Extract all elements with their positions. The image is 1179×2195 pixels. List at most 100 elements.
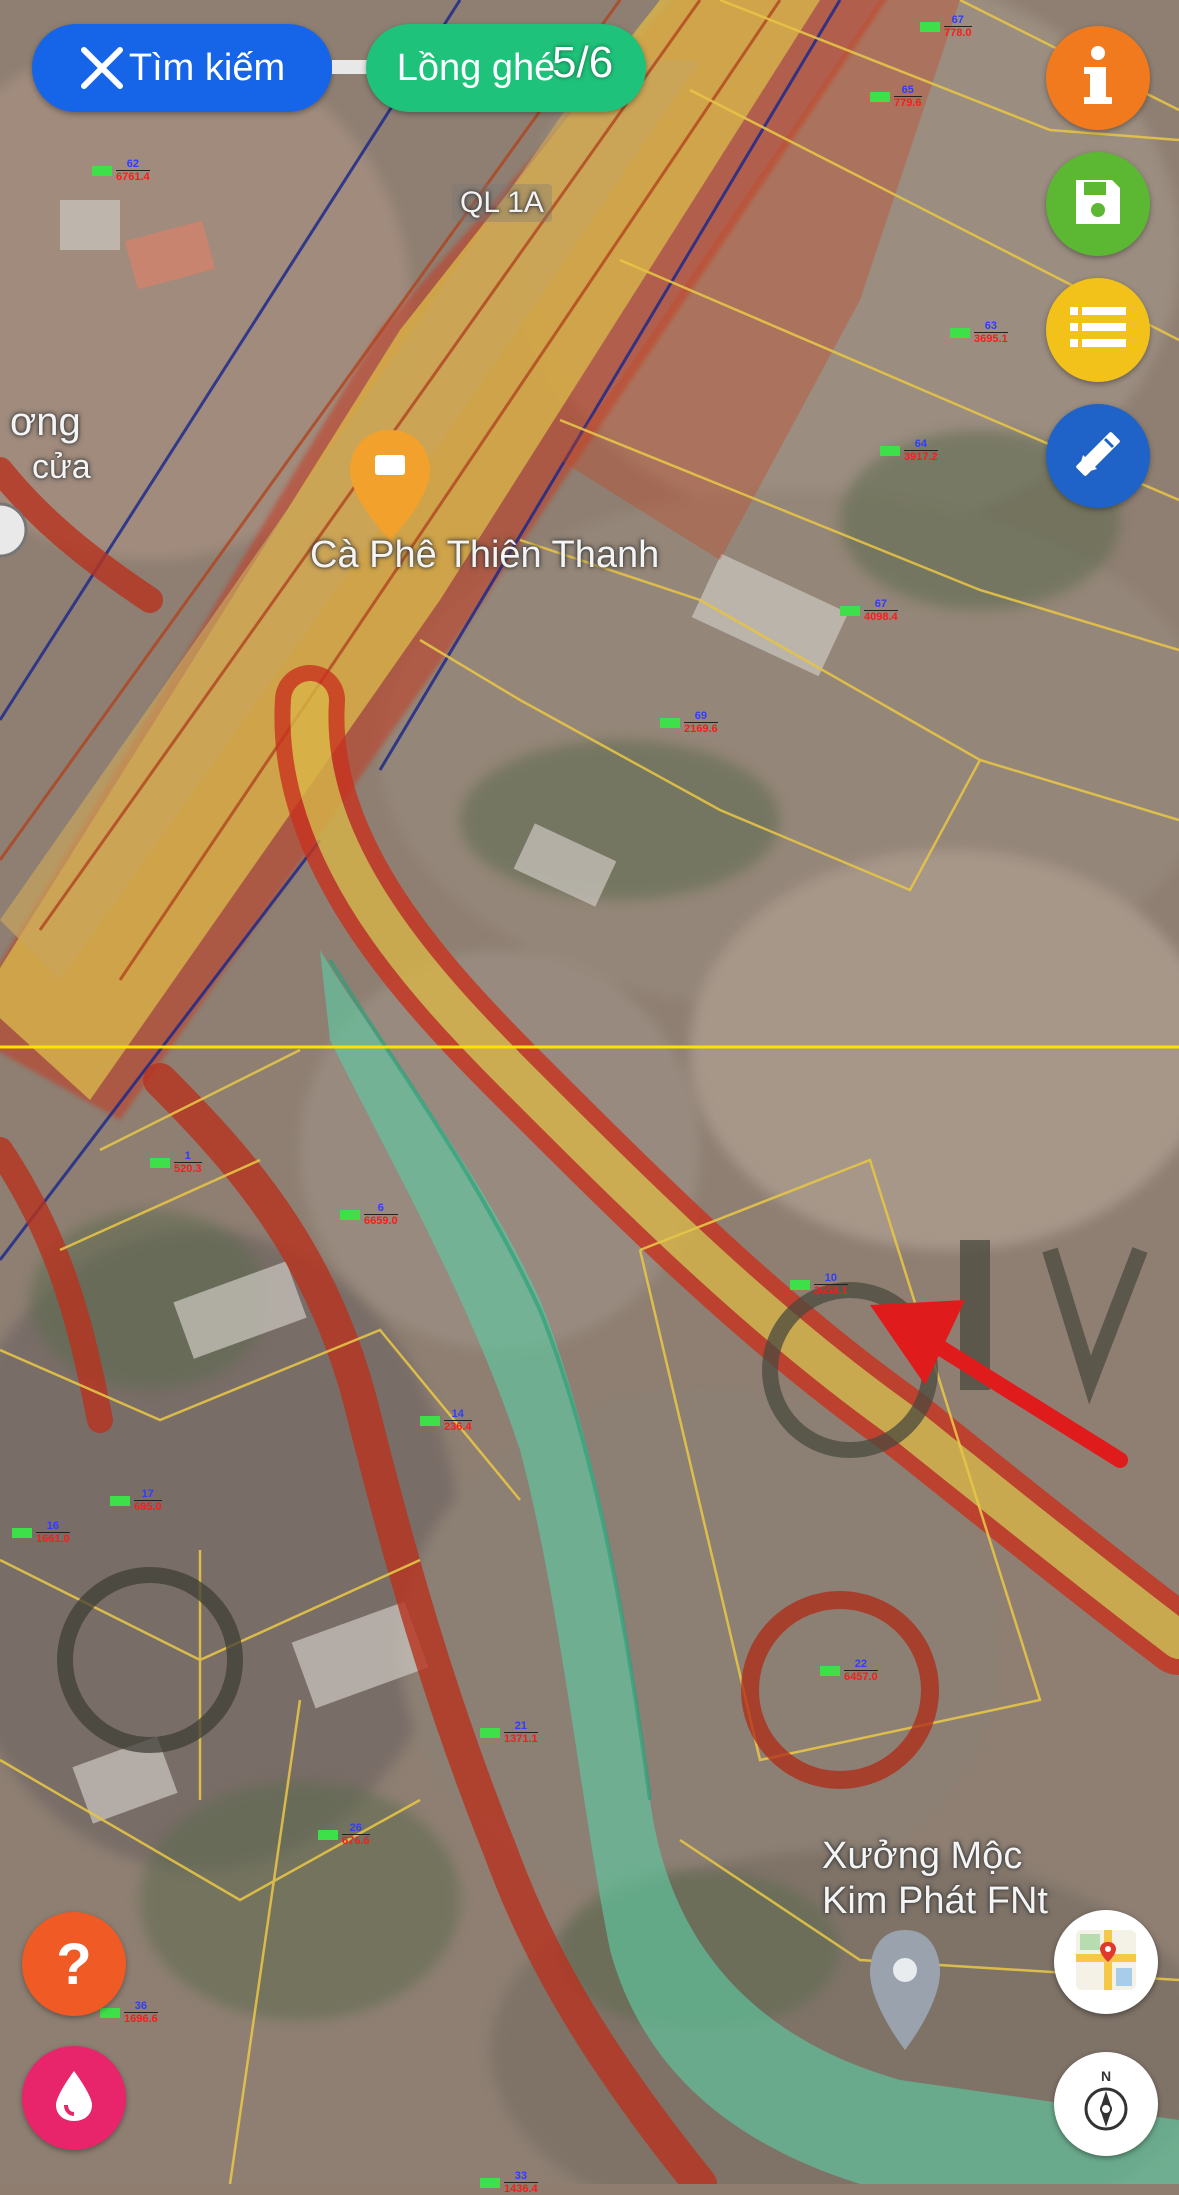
parcel-area: 1696.6	[124, 2012, 158, 2025]
parcel-area: 1371.1	[504, 1732, 538, 1745]
parcel-label[interactable]: 67 778.0	[920, 14, 972, 39]
parcel-land-type-mark	[870, 91, 890, 102]
parcel-number: 33	[514, 2170, 527, 2182]
parcel-label[interactable]: 36 1696.6	[100, 2000, 158, 2025]
parcel-label[interactable]: 10 3658.1	[790, 1272, 848, 1297]
parcel-land-type-mark	[790, 1279, 810, 1290]
parcel-label[interactable]: 62 6761.4	[92, 158, 150, 183]
help-button[interactable]: ?	[22, 1912, 126, 2016]
search-label: Tìm kiếm	[128, 46, 286, 89]
parcel-number: 63	[984, 320, 997, 332]
parcel-label[interactable]: 22 6457.0	[820, 1658, 878, 1683]
parcel-land-type-mark	[480, 1727, 500, 1738]
page-counter: 5/6	[552, 38, 614, 87]
parcel-area: 6457.0	[844, 1670, 878, 1683]
parcel-land-type-mark	[12, 1527, 32, 1538]
parcel-number: 22	[854, 1658, 867, 1670]
parcel-number: 17	[141, 1488, 154, 1500]
parcel-number: 62	[126, 158, 139, 170]
parcel-area: 4098.4	[864, 610, 898, 623]
parcel-area: 6659.0	[364, 1214, 398, 1227]
parcel-number: 36	[134, 2000, 147, 2012]
parcel-area: 2169.6	[684, 722, 718, 735]
parcel-number: 1	[184, 1150, 191, 1162]
partial-place-label-line1: ơng	[10, 400, 81, 444]
parcel-area: 779.6	[894, 96, 922, 109]
save-button[interactable]	[1046, 152, 1150, 256]
water-drop-icon	[52, 2067, 96, 2130]
parcel-number: 16	[46, 1520, 59, 1532]
parcel-number: 67	[951, 14, 964, 26]
parcel-land-type-mark	[820, 1665, 840, 1676]
parcel-label[interactable]: 65 779.6	[870, 84, 922, 109]
parcel-number: 6	[377, 1202, 384, 1214]
parcel-label[interactable]: 26 676.6	[318, 1822, 370, 1847]
parcel-label[interactable]: 14 236.4	[420, 1408, 472, 1433]
drop-button[interactable]	[22, 2046, 126, 2150]
edit-tools-button[interactable]	[1046, 404, 1150, 508]
pill-connector	[332, 60, 368, 74]
search-button[interactable]: Tìm kiếm	[32, 24, 332, 112]
cafe-poi-label[interactable]: Cà Phê Thiên Thanh	[310, 534, 659, 577]
parcel-area: 778.0	[944, 26, 972, 39]
parcel-number: 67	[874, 598, 887, 610]
parcel-land-type-mark	[880, 445, 900, 456]
parcel-area: 676.6	[342, 1834, 370, 1847]
parcel-land-type-mark	[660, 717, 680, 728]
parcel-area: 6761.4	[116, 170, 150, 183]
parcel-land-type-mark	[480, 2177, 500, 2188]
close-icon[interactable]	[76, 42, 128, 104]
parcel-area: 1661.0	[36, 1532, 70, 1545]
parcel-label[interactable]: 16 1661.0	[12, 1520, 70, 1545]
parcel-land-type-mark	[920, 21, 940, 32]
partial-place-label-line2: cửa	[32, 448, 91, 486]
compass-button[interactable]: N	[1054, 2052, 1158, 2156]
parcel-land-type-mark	[318, 1829, 338, 1840]
parcel-area: 3658.1	[814, 1284, 848, 1297]
parcel-land-type-mark	[840, 605, 860, 616]
parcel-land-type-mark	[150, 1157, 170, 1168]
parcel-label[interactable]: 17 695.0	[110, 1488, 162, 1513]
parcel-number: 65	[901, 84, 914, 96]
list-icon	[1068, 303, 1128, 358]
parcel-area: 695.0	[134, 1500, 162, 1513]
parcel-label[interactable]: 1 520.3	[150, 1150, 202, 1175]
workshop-poi-label-line2[interactable]: Kim Phát FNt	[822, 1880, 1048, 1923]
svg-text:N: N	[1101, 2068, 1111, 2084]
parcel-number: 14	[451, 1408, 464, 1420]
road-label: QL 1A	[452, 184, 552, 222]
parcel-area: 3917.2	[904, 450, 938, 463]
parcel-land-type-mark	[110, 1495, 130, 1506]
map-type-icon	[1074, 1928, 1138, 1997]
compass-icon: N	[1074, 2067, 1138, 2142]
parcel-land-type-mark	[340, 1209, 360, 1220]
parcel-label[interactable]: 63 3695.1	[950, 320, 1008, 345]
map-type-button[interactable]	[1054, 1910, 1158, 2014]
parcel-label[interactable]: 67 4098.4	[840, 598, 898, 623]
parcel-land-type-mark	[100, 2007, 120, 2018]
workshop-poi-label-line1[interactable]: Xưởng Mộc	[822, 1835, 1022, 1878]
parcel-label[interactable]: 33 1436.4	[480, 2170, 538, 2195]
info-icon	[1068, 41, 1128, 116]
parcel-number: 10	[824, 1272, 837, 1284]
parcel-land-type-mark	[92, 165, 112, 176]
overlay-label: Lồng ghé	[396, 46, 556, 89]
parcel-label[interactable]: 64 3917.2	[880, 438, 938, 463]
parcel-number: 21	[514, 1720, 527, 1732]
parcel-label[interactable]: 6 6659.0	[340, 1202, 398, 1227]
parcel-area: 236.4	[444, 1420, 472, 1433]
parcel-label[interactable]: 69 2169.6	[660, 710, 718, 735]
list-button[interactable]	[1046, 278, 1150, 382]
parcel-area: 520.3	[174, 1162, 202, 1175]
parcel-number: 69	[694, 710, 707, 722]
parcel-number: 64	[914, 438, 927, 450]
parcel-label[interactable]: 21 1371.1	[480, 1720, 538, 1745]
parcel-area: 3695.1	[974, 332, 1008, 345]
help-icon: ?	[56, 1931, 92, 1997]
parcel-land-type-mark	[420, 1415, 440, 1426]
save-icon	[1070, 174, 1126, 235]
info-button[interactable]	[1046, 26, 1150, 130]
pencil-ruler-icon	[1069, 425, 1127, 488]
parcel-land-type-mark	[950, 327, 970, 338]
parcel-number: 26	[349, 1822, 362, 1834]
